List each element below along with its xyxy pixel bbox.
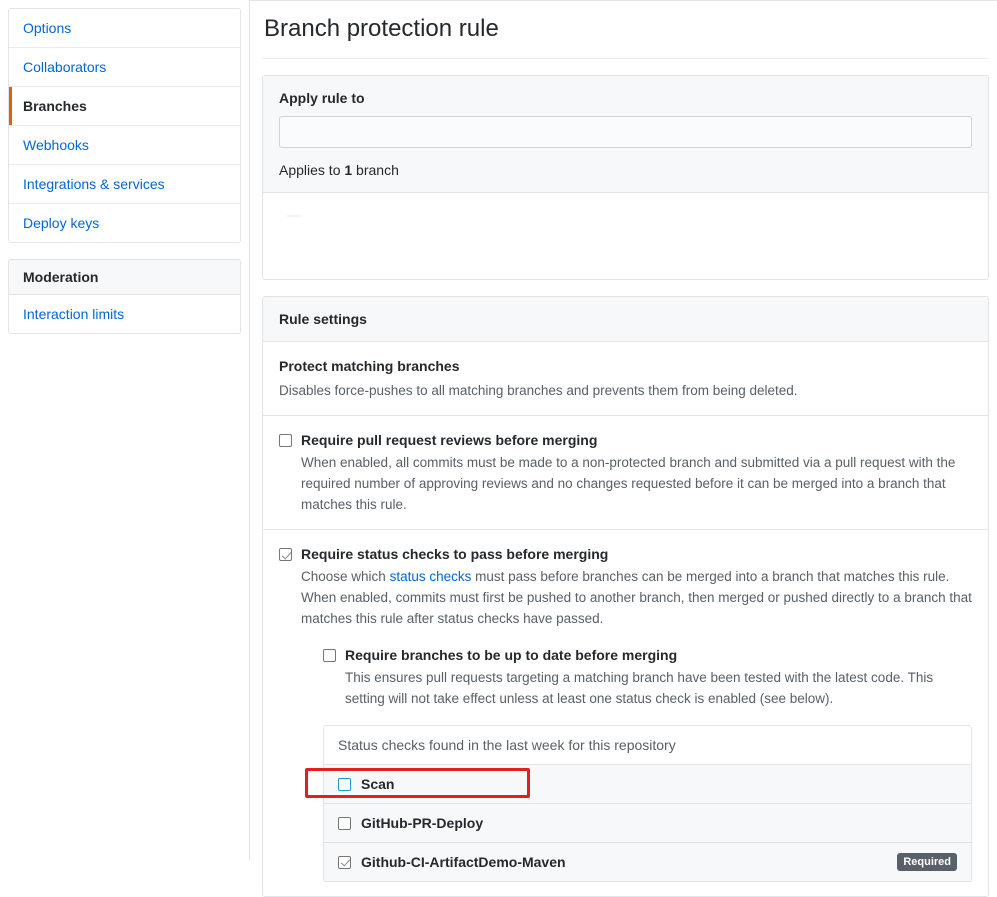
status-check-row-github-pr-deploy[interactable]: GitHub-PR-Deploy — [324, 804, 971, 843]
matching-branches-list — [263, 193, 988, 279]
require-status-checks-description: Choose which status checks must pass bef… — [301, 566, 972, 629]
rule-settings-box: Rule settings Protect matching branches … — [262, 296, 989, 897]
rule-settings-title: Rule settings — [279, 311, 972, 327]
sidebar-item-branches[interactable]: Branches — [9, 87, 240, 126]
status-check-checkbox-scan[interactable] — [338, 778, 351, 791]
branch-name-pattern-input[interactable] — [279, 116, 972, 148]
status-check-row-github-ci-artifactdemo-maven[interactable]: Github-CI-ArtifactDemo-Maven Required — [324, 843, 971, 881]
status-check-name-scan: Scan — [361, 776, 957, 792]
branch-list-placeholder — [287, 215, 301, 217]
rule-row-protect-matching-branches: Protect matching branches Disables force… — [263, 342, 988, 416]
nested-require-up-to-date: Require branches to be up to date before… — [323, 645, 972, 709]
settings-sidebar: Options Collaborators Branches Webhooks … — [0, 0, 250, 860]
require-status-checks-label: Require status checks to pass before mer… — [301, 544, 972, 564]
require-pr-reviews-description: When enabled, all commits must be made t… — [301, 452, 972, 515]
protect-matching-branches-heading: Protect matching branches — [279, 356, 972, 376]
settings-content: Branch protection rule Apply rule to App… — [250, 0, 997, 860]
status-checks-found-list: Status checks found in the last week for… — [323, 725, 972, 882]
sidebar-item-deploy-keys[interactable]: Deploy keys — [9, 204, 240, 242]
apply-rule-box: Apply rule to Applies to 1 branch — [262, 75, 989, 280]
apply-rule-header: Apply rule to Applies to 1 branch — [263, 76, 988, 193]
status-checks-link[interactable]: status checks — [390, 569, 472, 584]
applies-to-count: 1 — [344, 162, 352, 178]
require-status-checks-checkbox[interactable] — [279, 548, 292, 561]
status-check-name-github-ci-artifactdemo-maven: Github-CI-ArtifactDemo-Maven — [361, 854, 897, 870]
require-pr-reviews-label: Require pull request reviews before merg… — [301, 430, 972, 450]
require-pr-reviews-checkbox[interactable] — [279, 434, 292, 447]
rule-row-require-pr-reviews: Require pull request reviews before merg… — [263, 416, 988, 530]
require-up-to-date-checkbox[interactable] — [323, 649, 336, 662]
require-up-to-date-label: Require branches to be up to date before… — [345, 645, 972, 665]
status-check-checkbox-github-ci-artifactdemo-maven[interactable] — [338, 856, 351, 869]
status-check-checkbox-github-pr-deploy[interactable] — [338, 817, 351, 830]
sidebar-item-interaction-limits[interactable]: Interaction limits — [9, 295, 240, 333]
require-up-to-date-description: This ensures pull requests targeting a m… — [345, 667, 972, 709]
status-badge-required: Required — [897, 853, 957, 871]
rule-settings-header: Rule settings — [263, 297, 988, 342]
sidebar-item-options[interactable]: Options — [9, 9, 240, 48]
status-checks-list-header: Status checks found in the last week for… — [324, 726, 971, 765]
protect-matching-branches-description: Disables force-pushes to all matching br… — [279, 380, 972, 401]
page-title: Branch protection rule — [262, 14, 989, 59]
sidebar-item-collaborators[interactable]: Collaborators — [9, 48, 240, 87]
sidebar-menu-moderation: Moderation Interaction limits — [8, 259, 241, 334]
status-checks-desc-part1: Choose which — [301, 569, 390, 584]
settings-page: Options Collaborators Branches Webhooks … — [0, 0, 997, 860]
applies-to-prefix: Applies to — [279, 162, 344, 178]
status-check-row-scan[interactable]: Scan — [324, 765, 971, 804]
sidebar-menu-primary: Options Collaborators Branches Webhooks … — [8, 8, 241, 243]
sidebar-item-webhooks[interactable]: Webhooks — [9, 126, 240, 165]
rule-row-require-status-checks: Require status checks to pass before mer… — [263, 530, 988, 896]
applies-to-suffix: branch — [352, 162, 399, 178]
applies-to-note: Applies to 1 branch — [279, 162, 972, 178]
sidebar-item-integrations-services[interactable]: Integrations & services — [9, 165, 240, 204]
apply-rule-label: Apply rule to — [279, 90, 972, 106]
sidebar-heading-moderation: Moderation — [9, 260, 240, 295]
status-check-name-github-pr-deploy: GitHub-PR-Deploy — [361, 815, 957, 831]
